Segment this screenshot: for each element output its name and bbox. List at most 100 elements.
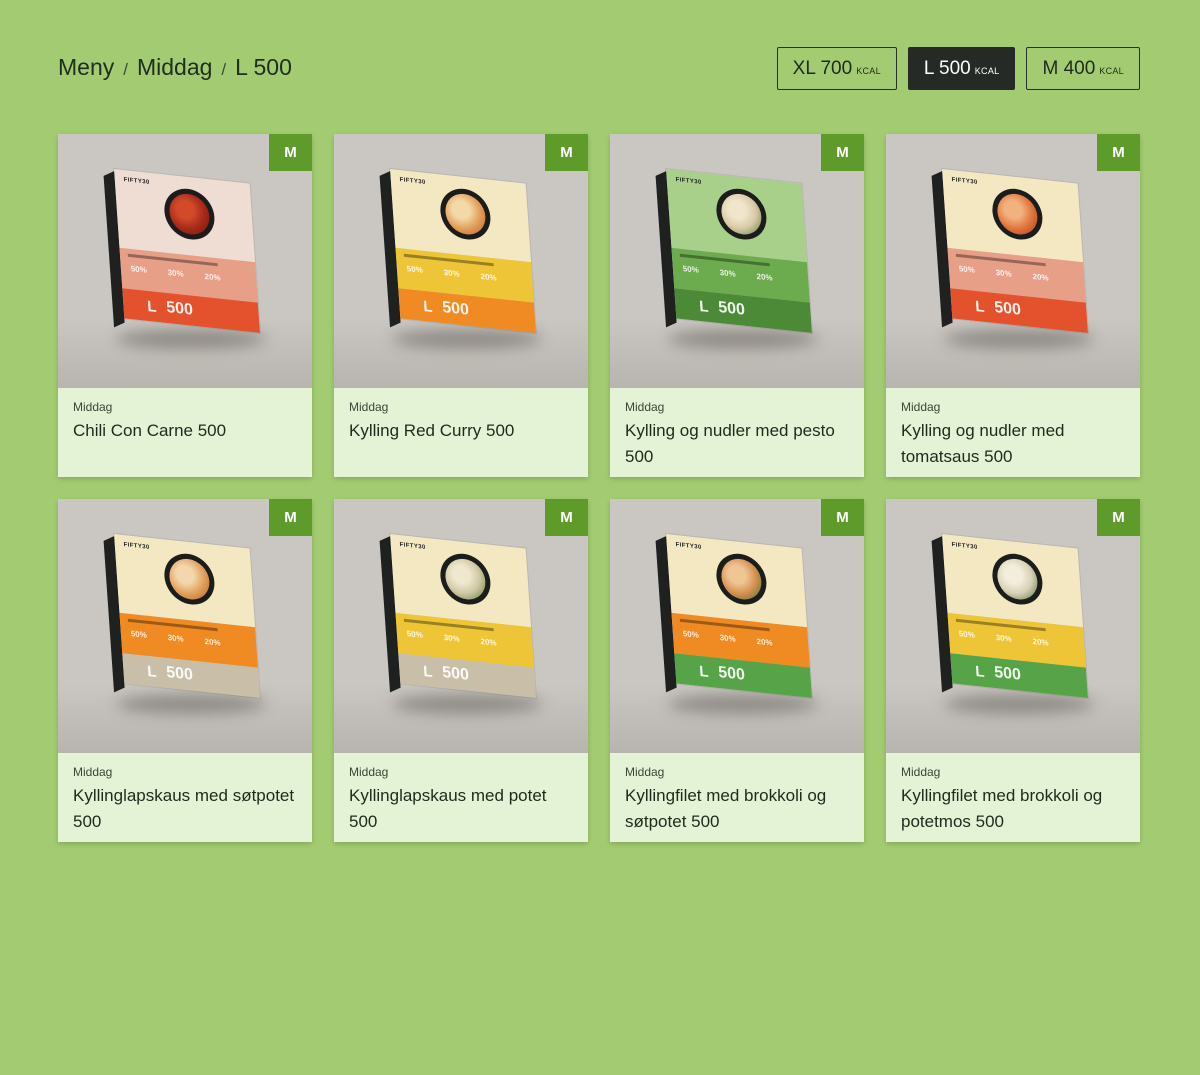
breadcrumb-separator: / bbox=[221, 60, 227, 79]
meal-box-illustration: FIFTY30 50% 30% 20% L 500 bbox=[655, 532, 814, 700]
box-front: FIFTY30 50% 30% 20% L 500 bbox=[112, 532, 262, 700]
macro-percent: 50% bbox=[130, 264, 148, 275]
box-size-letter: L bbox=[146, 297, 157, 316]
meal-box-illustration: FIFTY30 50% 30% 20% L 500 bbox=[103, 167, 262, 335]
meal-box-illustration: FIFTY30 50% 30% 20% L 500 bbox=[379, 532, 538, 700]
box-kcal: 500 bbox=[993, 663, 1022, 684]
size-badge: M bbox=[821, 134, 864, 171]
product-image: M FIFTY30 50% 30% 20% L 500 bbox=[886, 499, 1140, 753]
size-button-xl700[interactable]: XL 700 KCAL bbox=[776, 47, 897, 90]
product-card[interactable]: M FIFTY30 50% 30% 20% bbox=[610, 499, 864, 842]
meal-box-illustration: FIFTY30 50% 30% 20% L 500 bbox=[379, 167, 538, 335]
breadcrumb-item-meny[interactable]: Meny bbox=[58, 54, 114, 81]
product-category: Middag bbox=[901, 400, 941, 414]
box-size-letter: L bbox=[422, 297, 433, 316]
food-bowl-icon bbox=[714, 551, 769, 608]
product-card[interactable]: M FIFTY30 50% 30% 20% bbox=[610, 134, 864, 477]
breadcrumb: Meny / Middag / L 500 bbox=[58, 54, 292, 81]
macro-percent: 20% bbox=[480, 636, 497, 648]
box-top-panel: FIFTY30 bbox=[114, 169, 256, 263]
size-button-label: L 500 bbox=[923, 57, 971, 79]
food-bowl-icon bbox=[990, 186, 1045, 243]
box-kcal: 500 bbox=[441, 298, 470, 319]
box-top-panel: FIFTY30 bbox=[942, 534, 1084, 628]
product-info: Middag Kyllingfilet med brokkoli og søtp… bbox=[610, 753, 864, 835]
product-title[interactable]: Kylling Red Curry 500 bbox=[349, 418, 573, 444]
brand-logo: FIFTY30 bbox=[123, 177, 150, 186]
box-kcal: 500 bbox=[717, 298, 746, 319]
meal-box-illustration: FIFTY30 50% 30% 20% L 500 bbox=[931, 532, 1090, 700]
brand-logo: FIFTY30 bbox=[951, 177, 978, 186]
size-button-l500[interactable]: L 500 KCAL bbox=[907, 47, 1016, 90]
box-front: FIFTY30 50% 30% 20% L 500 bbox=[112, 167, 262, 335]
product-image: M FIFTY30 50% 30% 20% L 500 bbox=[610, 134, 864, 388]
meal-box-illustration: FIFTY30 50% 30% 20% L 500 bbox=[655, 167, 814, 335]
product-info: Middag Kylling og nudler med tomatsaus 5… bbox=[886, 388, 1140, 470]
size-button-unit: KCAL bbox=[1099, 66, 1124, 76]
product-card[interactable]: M FIFTY30 50% 30% 20% bbox=[334, 134, 588, 477]
macro-percent: 20% bbox=[204, 636, 221, 648]
macro-percent: 20% bbox=[756, 271, 773, 283]
breadcrumb-item-current: L 500 bbox=[235, 54, 292, 80]
box-top-panel: FIFTY30 bbox=[666, 169, 808, 263]
product-card[interactable]: M FIFTY30 50% 30% 20% bbox=[58, 499, 312, 842]
box-size-letter: L bbox=[698, 662, 709, 681]
macro-percent: 30% bbox=[995, 632, 1012, 644]
size-badge: M bbox=[269, 134, 312, 171]
product-category: Middag bbox=[625, 765, 665, 779]
box-front: FIFTY30 50% 30% 20% L 500 bbox=[388, 532, 538, 700]
product-title[interactable]: Kylling og nudler med tomatsaus 500 bbox=[901, 418, 1125, 470]
box-kcal: 500 bbox=[993, 298, 1022, 319]
product-category: Middag bbox=[901, 765, 941, 779]
macro-percent: 30% bbox=[443, 632, 460, 644]
macro-percent: 50% bbox=[682, 264, 700, 275]
macro-percent: 30% bbox=[167, 267, 184, 279]
macro-percent: 20% bbox=[204, 271, 221, 283]
product-card[interactable]: M FIFTY30 50% 30% 20% bbox=[886, 134, 1140, 477]
product-card[interactable]: M FIFTY30 50% 30% 20% bbox=[886, 499, 1140, 842]
macro-percent: 30% bbox=[995, 267, 1012, 279]
product-title[interactable]: Kyllinglapskaus med søtpotet 500 bbox=[73, 783, 297, 835]
brand-logo: FIFTY30 bbox=[399, 542, 426, 551]
size-badge: M bbox=[821, 499, 864, 536]
product-info: Middag Kyllinglapskaus med potet 500 bbox=[334, 753, 588, 835]
box-top-panel: FIFTY30 bbox=[390, 169, 532, 263]
size-badge: M bbox=[1097, 134, 1140, 171]
product-info: Middag Kylling Red Curry 500 bbox=[334, 388, 588, 444]
breadcrumb-item-middag[interactable]: Middag bbox=[137, 54, 212, 81]
size-button-unit: KCAL bbox=[974, 66, 1000, 76]
brand-logo: FIFTY30 bbox=[675, 177, 702, 186]
macro-percent: 50% bbox=[406, 629, 424, 640]
size-button-m400[interactable]: M 400 KCAL bbox=[1026, 47, 1140, 90]
product-category: Middag bbox=[73, 765, 113, 779]
product-title[interactable]: Chili Con Carne 500 bbox=[73, 418, 297, 444]
product-image: M FIFTY30 50% 30% 20% L 500 bbox=[334, 499, 588, 753]
product-image: M FIFTY30 50% 30% 20% L 500 bbox=[58, 134, 312, 388]
box-size-letter: L bbox=[146, 662, 157, 681]
product-info: Middag Kyllingfilet med brokkoli og pote… bbox=[886, 753, 1140, 835]
box-kcal: 500 bbox=[165, 663, 194, 684]
product-card[interactable]: M FIFTY30 50% 30% 20% bbox=[58, 134, 312, 477]
size-badge: M bbox=[545, 499, 588, 536]
macro-percent: 20% bbox=[756, 636, 773, 648]
product-category: Middag bbox=[73, 400, 113, 414]
box-top-panel: FIFTY30 bbox=[390, 534, 532, 628]
brand-logo: FIFTY30 bbox=[399, 177, 426, 186]
food-bowl-icon bbox=[714, 186, 769, 243]
product-title[interactable]: Kyllingfilet med brokkoli og potetmos 50… bbox=[901, 783, 1125, 835]
macro-percent: 50% bbox=[130, 629, 148, 640]
food-bowl-icon bbox=[162, 551, 217, 608]
product-image: M FIFTY30 50% 30% 20% L 500 bbox=[886, 134, 1140, 388]
product-card[interactable]: M FIFTY30 50% 30% 20% bbox=[334, 499, 588, 842]
box-front: FIFTY30 50% 30% 20% L 500 bbox=[664, 167, 814, 335]
product-title[interactable]: Kylling og nudler med pesto 500 bbox=[625, 418, 849, 470]
box-size-letter: L bbox=[422, 662, 433, 681]
meal-box-illustration: FIFTY30 50% 30% 20% L 500 bbox=[931, 167, 1090, 335]
macro-percent: 20% bbox=[1032, 271, 1049, 283]
product-title[interactable]: Kyllingfilet med brokkoli og søtpotet 50… bbox=[625, 783, 849, 835]
size-switch: XL 700 KCAL L 500 KCAL M 400 KCAL bbox=[776, 47, 1140, 90]
macro-percent: 50% bbox=[958, 629, 976, 640]
product-title[interactable]: Kyllinglapskaus med potet 500 bbox=[349, 783, 573, 835]
product-category: Middag bbox=[349, 765, 389, 779]
brand-logo: FIFTY30 bbox=[123, 542, 150, 551]
